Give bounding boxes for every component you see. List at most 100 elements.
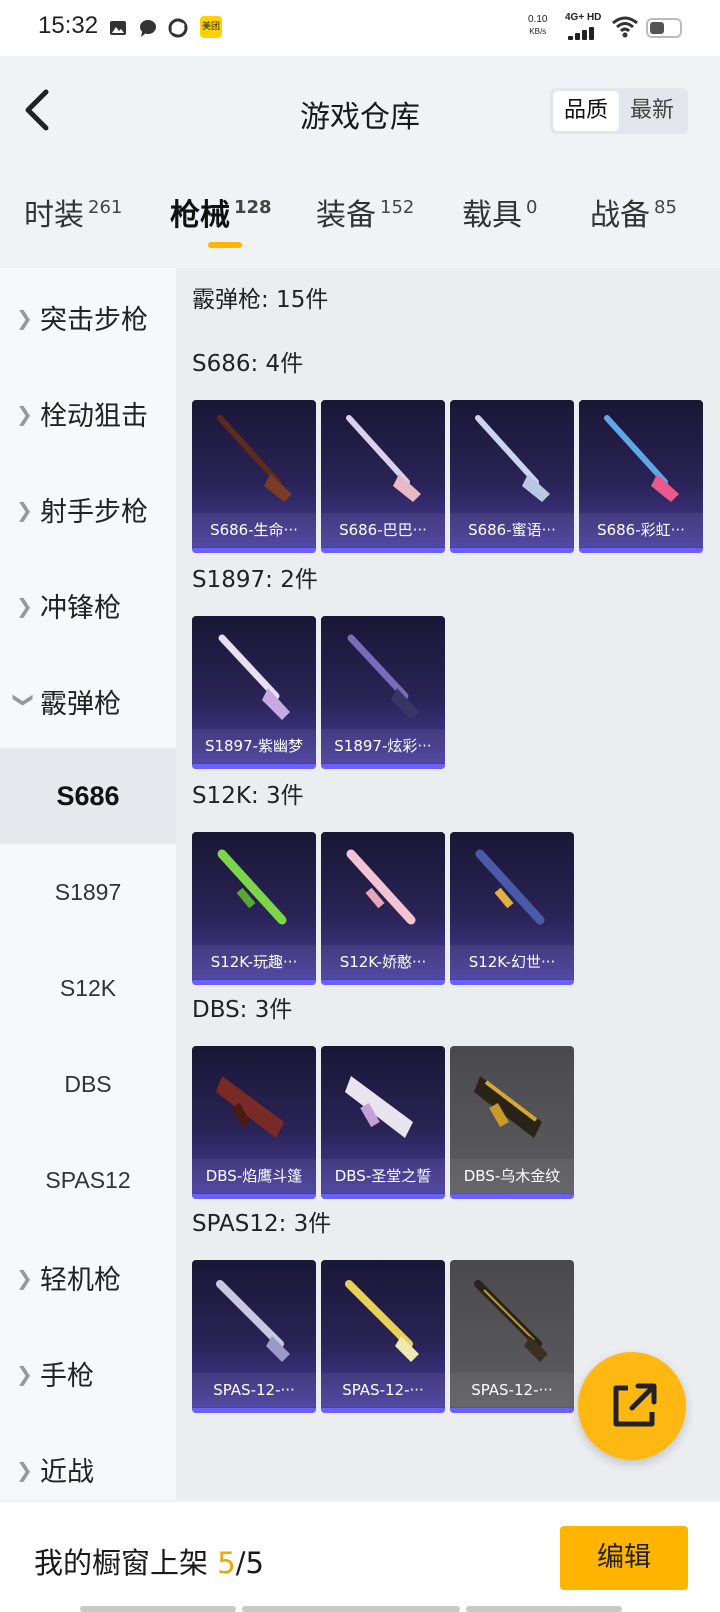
- quality-bar: [192, 1408, 316, 1413]
- item-name: S1897-炫彩···: [321, 729, 445, 763]
- share-button[interactable]: [578, 1352, 686, 1460]
- edit-button[interactable]: 编辑: [560, 1526, 688, 1590]
- item-card[interactable]: S1897-炫彩···: [321, 616, 445, 769]
- quality-bar: [450, 1408, 574, 1413]
- item-card[interactable]: S686-蜜语···: [450, 400, 574, 553]
- quality-bar: [450, 1194, 574, 1199]
- tab-label: 战备: [590, 198, 650, 233]
- sidebar-item-pistol[interactable]: ❯ 手枪: [0, 1324, 176, 1420]
- showcase-current-count: 5: [217, 1546, 236, 1580]
- item-card[interactable]: DBS-圣堂之誓: [321, 1046, 445, 1199]
- chevron-right-icon: ❯: [16, 1266, 33, 1290]
- item-card[interactable]: DBS-乌木金纹: [450, 1046, 574, 1199]
- tab-label: 载具: [462, 198, 522, 233]
- chevron-right-icon: ❯: [16, 1458, 33, 1482]
- shotgun-thumbnail-icon: [216, 1076, 284, 1138]
- quality-bar: [192, 764, 316, 769]
- item-card[interactable]: SPAS-12-···: [321, 1260, 445, 1413]
- group-heading: SPAS12: 3件: [192, 1211, 332, 1237]
- shotgun-thumbnail-icon: [347, 634, 419, 720]
- sidebar-item-marksman-rifle[interactable]: ❯ 射手步枪: [0, 460, 176, 556]
- meituan-icon: 美团: [200, 16, 222, 38]
- sidebar-item-label: 栓动狙击: [40, 401, 148, 432]
- sidebar-item-lmg[interactable]: ❯ 轻机枪: [0, 1228, 176, 1324]
- item-card[interactable]: SPAS-12-···: [192, 1260, 316, 1413]
- sidebar-item-label: 射手步枪: [40, 497, 148, 528]
- tab-count: 0: [526, 197, 538, 218]
- sidebar-item-label: 冲锋枪: [40, 593, 121, 624]
- shotgun-thumbnail-icon: [217, 415, 292, 502]
- sidebar-item-smg[interactable]: ❯ 冲锋枪: [0, 556, 176, 652]
- item-card[interactable]: S686-巴巴···: [321, 400, 445, 553]
- net-speed-value: 0.10: [528, 14, 548, 25]
- sort-toggle[interactable]: 品质 最新: [550, 88, 688, 134]
- battery-icon: [646, 18, 682, 38]
- item-card[interactable]: S1897-紫幽梦: [192, 616, 316, 769]
- sidebar-subitem-s12k[interactable]: S12K: [0, 940, 176, 1036]
- item-card[interactable]: SPAS-12-···: [450, 1260, 574, 1413]
- sidebar-subitem-s1897[interactable]: S1897: [0, 844, 176, 940]
- sidebar-subitem-spas12[interactable]: SPAS12: [0, 1132, 176, 1228]
- sidebar-item-shotgun[interactable]: ❯ 霰弹枪: [0, 652, 176, 748]
- category-summary: 霰弹枪: 15件: [192, 287, 329, 313]
- shotgun-thumbnail-icon: [474, 1280, 548, 1362]
- sidebar-item-label: 近战: [40, 1457, 94, 1488]
- quality-bar: [321, 1194, 445, 1199]
- group-heading: S1897: 2件: [192, 567, 318, 593]
- chevron-right-icon: ❯: [16, 1362, 33, 1386]
- shotgun-thumbnail-icon: [475, 849, 545, 925]
- net-speed: 0.10 KB/s: [528, 14, 547, 38]
- item-name: S12K-幻世···: [450, 945, 574, 979]
- chevron-down-icon: ❯: [12, 691, 37, 709]
- sidebar-subitem-dbs[interactable]: DBS: [0, 1036, 176, 1132]
- sidebar-item-assault-rifle[interactable]: ❯ 突击步枪: [0, 268, 176, 364]
- tab-count: 261: [88, 197, 123, 218]
- tab-count: 85: [654, 197, 677, 218]
- item-name: S12K-玩趣···: [192, 945, 316, 979]
- item-name: S12K-娇憨···: [321, 945, 445, 979]
- home-indicator: [80, 1606, 236, 1612]
- item-card[interactable]: S12K-玩趣···: [192, 832, 316, 985]
- shotgun-thumbnail-icon: [346, 415, 421, 502]
- quality-bar: [450, 980, 574, 985]
- tab-vehicles[interactable]: 载具 0: [462, 190, 537, 234]
- sync-icon: [168, 18, 188, 38]
- sidebar-item-label: 轻机枪: [40, 1265, 121, 1296]
- shotgun-thumbnail-icon: [217, 849, 287, 925]
- item-name: SPAS-12-···: [321, 1373, 445, 1407]
- sort-quality-option[interactable]: 品质: [553, 91, 619, 131]
- item-card[interactable]: DBS-焰鹰斗篷: [192, 1046, 316, 1199]
- sort-newest-option[interactable]: 最新: [619, 91, 685, 131]
- category-tabs: 时装 261 枪械 128 装备 152 载具 0 战备 85: [0, 190, 720, 258]
- sidebar-item-bolt-sniper[interactable]: ❯ 栓动狙击: [0, 364, 176, 460]
- home-indicator: [466, 1606, 622, 1612]
- tab-fashion[interactable]: 时装 261: [24, 190, 122, 234]
- quality-bar: [450, 548, 574, 553]
- chevron-right-icon: ❯: [16, 402, 33, 426]
- sidebar-item-label: 手枪: [40, 1361, 94, 1392]
- item-card[interactable]: S12K-娇憨···: [321, 832, 445, 985]
- shotgun-thumbnail-icon: [345, 1076, 413, 1138]
- item-grid-panel[interactable]: 霰弹枪: 15件 S686: 4件 S686-生命··· S686-巴巴··· …: [176, 268, 720, 1500]
- tab-equipment[interactable]: 装备 152: [316, 190, 414, 234]
- shotgun-thumbnail-icon: [216, 1280, 290, 1362]
- status-time: 15:32: [38, 12, 99, 39]
- item-card[interactable]: S686-彩虹···: [579, 400, 703, 553]
- tab-firearms[interactable]: 枪械 128: [170, 190, 272, 234]
- item-card[interactable]: S686-生命···: [192, 400, 316, 553]
- home-indicator: [242, 1606, 460, 1612]
- quality-bar: [321, 764, 445, 769]
- showcase-total-count: /5: [235, 1546, 264, 1580]
- shotgun-thumbnail-icon: [474, 1076, 542, 1138]
- item-name: S686-彩虹···: [579, 513, 703, 547]
- item-name: DBS-焰鹰斗篷: [192, 1159, 316, 1193]
- sidebar-item-label: 霰弹枪: [40, 689, 121, 720]
- item-card[interactable]: S12K-幻世···: [450, 832, 574, 985]
- chevron-right-icon: ❯: [16, 498, 33, 522]
- showcase-label: 我的橱窗上架: [34, 1546, 209, 1580]
- status-bar: 15:32 美团 0.10 KB/s 4G+ HD: [0, 0, 720, 56]
- quality-bar: [321, 548, 445, 553]
- bottom-bar: 我的橱窗上架 5/5 编辑: [0, 1502, 720, 1612]
- sidebar-subitem-s686[interactable]: S686: [0, 748, 176, 844]
- tab-supplies[interactable]: 战备 85: [590, 190, 677, 234]
